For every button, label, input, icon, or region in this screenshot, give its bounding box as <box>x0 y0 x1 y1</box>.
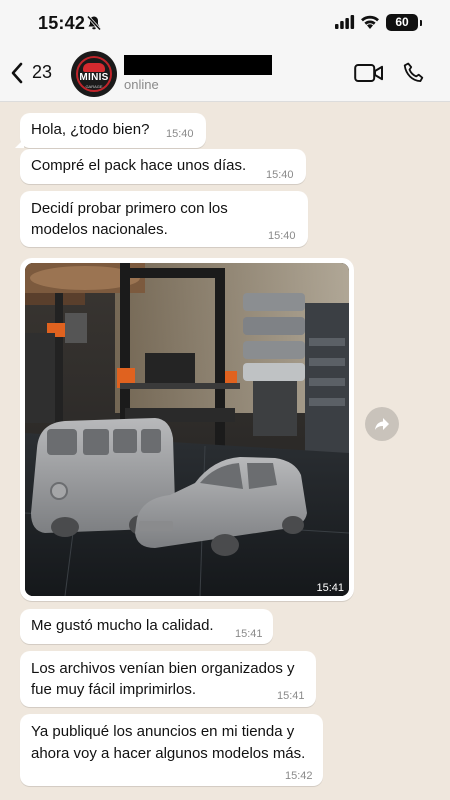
voice-call-icon[interactable] <box>402 61 426 90</box>
image-message[interactable]: 15:41 <box>20 258 354 601</box>
bell-muted-icon <box>86 15 102 36</box>
chat-header: 23 MINIS GARAGE online <box>0 46 450 102</box>
cellular-signal-icon <box>335 15 355 34</box>
video-call-icon[interactable] <box>354 63 384 88</box>
message-bubble[interactable]: Me gustó mucho la calidad. 15:41 <box>20 609 273 644</box>
message-text: Decidí probar primero con los modelos na… <box>31 198 228 240</box>
message-bubble[interactable]: Decidí probar primero con los modelos na… <box>20 191 308 247</box>
message-line: fue muy fácil imprimirlos. <box>31 681 197 698</box>
message-time: 15:40 <box>166 128 194 140</box>
status-bar: 15:42 60 <box>0 0 450 46</box>
message-time: 15:40 <box>268 230 296 242</box>
message-time: 15:41 <box>235 628 263 640</box>
message-text: Los archivos venían bien organizados y f… <box>31 658 295 700</box>
message-time: 15:41 <box>277 690 305 702</box>
message-line: Decidí probar primero con los <box>31 200 228 217</box>
avatar-logo-text: MINIS <box>79 72 109 83</box>
contact-status: online <box>124 77 159 92</box>
message-bubble[interactable]: Compré el pack hace unos días. 15:40 <box>20 149 306 184</box>
message-line: modelos nacionales. <box>31 221 168 238</box>
wifi-icon <box>360 14 380 35</box>
message-text: Hola, ¿todo bien? <box>31 121 150 138</box>
message-line: Los archivos venían bien organizados y <box>31 660 295 677</box>
message-time: 15:41 <box>316 582 344 594</box>
photo-3d-printed-cars[interactable] <box>25 263 349 596</box>
battery-tip <box>420 20 422 26</box>
message-bubble[interactable]: Los archivos venían bien organizados y f… <box>20 651 316 707</box>
contact-name-redacted[interactable] <box>124 55 272 75</box>
bubble-tail <box>15 139 24 148</box>
message-bubble[interactable]: Ya publiqué los anuncios en mi tienda y … <box>20 714 323 786</box>
message-line: Ya publiqué los anuncios en mi tienda y <box>31 723 295 740</box>
forward-button[interactable] <box>365 407 399 441</box>
message-text: Ya publiqué los anuncios en mi tienda y … <box>31 721 305 765</box>
message-text: Compré el pack hace unos días. <box>31 157 247 174</box>
avatar-logo-subtext: GARAGE <box>85 84 103 89</box>
message-time: 15:42 <box>285 770 313 782</box>
contact-avatar[interactable]: MINIS GARAGE <box>71 51 117 97</box>
message-bubble[interactable]: Hola, ¿todo bien? 15:40 <box>15 113 206 148</box>
message-time: 15:40 <box>266 169 294 181</box>
battery-indicator: 60 <box>386 14 418 31</box>
back-unread-count[interactable]: 23 <box>32 62 52 83</box>
avatar-car-graphic <box>83 63 105 72</box>
back-chevron-icon[interactable] <box>10 62 24 89</box>
message-line: ahora voy a hacer algunos modelos más. <box>31 745 306 762</box>
forward-arrow-icon <box>375 418 389 430</box>
message-text: Me gustó mucho la calidad. <box>31 617 214 634</box>
status-time: 15:42 <box>38 13 86 33</box>
